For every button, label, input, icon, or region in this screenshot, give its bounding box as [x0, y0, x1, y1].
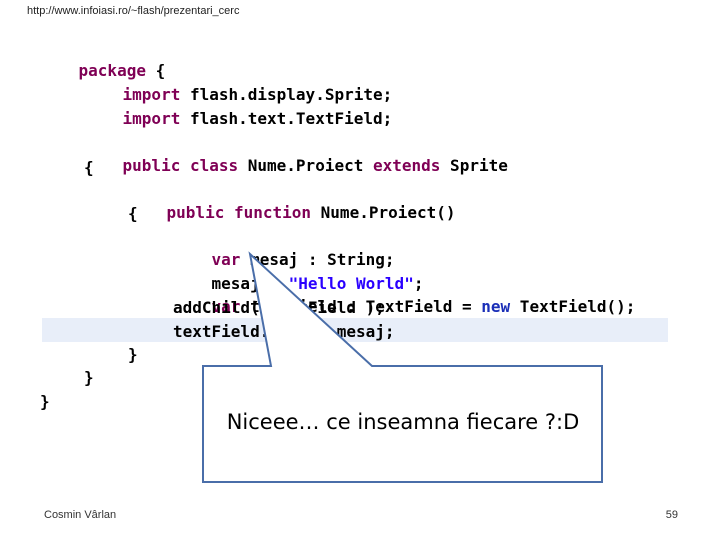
code-line-15: }	[40, 392, 50, 411]
footer-author: Cosmin Vârlan	[44, 509, 117, 521]
code-line-14: }	[84, 368, 94, 387]
code-line-10: var textField : TextField = new TextFiel…	[211, 297, 636, 316]
code-line-9: mesaj = "Hello World";	[211, 274, 424, 293]
code-line-3: import flash.text.TextField;	[122, 109, 393, 128]
code-line-4: public class Nume.Proiect extends Sprite	[122, 156, 508, 175]
code-line-6: public function Nume.Proiect()	[166, 203, 456, 222]
source-url: http://www.infoiasi.ro/~flash/prezentari…	[27, 5, 240, 17]
page-number: 59	[665, 509, 678, 521]
code-editor: package { import flash.display.Sprite; i…	[36, 36, 668, 416]
code-line-12: textField.text = mesaj;	[173, 322, 395, 341]
code-line-7: {	[128, 204, 138, 223]
code-line-1: package {	[78, 61, 166, 80]
callout-text: Niceee… ce inseamna fiecare ?:D	[226, 410, 580, 434]
code-line-11: addChild( textField );	[173, 298, 385, 317]
code-line-5: {	[84, 158, 94, 177]
code-line-2: import flash.display.Sprite;	[122, 85, 393, 104]
code-line-8: var mesaj : String;	[211, 250, 395, 269]
code-line-13: }	[128, 345, 138, 364]
